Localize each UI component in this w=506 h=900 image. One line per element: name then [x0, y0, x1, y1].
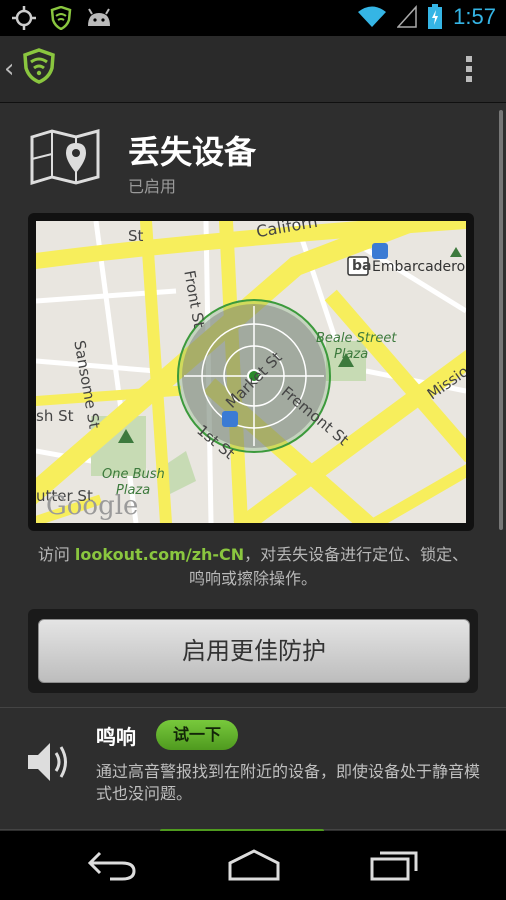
map-frame: Californ St Front St ba Embarcadero Beal… — [28, 213, 474, 531]
up-arrow-icon[interactable]: ‹ — [4, 54, 14, 84]
map-label-beale-plaza: Plaza — [334, 347, 369, 362]
clock: 1:57 — [453, 4, 496, 29]
lookout-logo-icon[interactable] — [22, 48, 56, 84]
map-pin-icon — [30, 129, 100, 185]
android-icon — [88, 8, 110, 26]
action-bar: ‹ — [0, 36, 506, 103]
recents-icon[interactable] — [368, 849, 420, 881]
enable-button-frame: 启用更佳防护 — [28, 609, 478, 693]
speaker-icon — [28, 743, 67, 781]
map-label-bush-st: sh St — [36, 407, 74, 425]
location-map[interactable]: Californ St Front St ba Embarcadero Beal… — [36, 221, 466, 523]
overflow-menu-icon[interactable] — [466, 56, 472, 86]
try-button[interactable]: 试一下 — [156, 720, 238, 750]
status-bar: 1:57 — [0, 0, 506, 36]
gps-icon — [12, 6, 36, 30]
sound-description: 通过高音警报找到在附近的设备，即使设备处于静音模式也没问题。 — [96, 762, 481, 803]
divider — [0, 707, 506, 708]
navigation-bar — [0, 831, 506, 900]
map-label-ba: ba — [352, 258, 372, 274]
description-prefix: 访问 — [37, 545, 75, 564]
content-area: 丢失设备 已启用 Californ St Front St ba Embarca… — [0, 103, 506, 831]
google-logo: Google — [46, 491, 139, 521]
map-label-st: St — [128, 227, 144, 245]
wifi-icon — [358, 6, 387, 27]
lookout-shield-icon — [50, 6, 72, 30]
map-label-embarcadero: Embarcadero — [372, 259, 466, 275]
feature-status: 已启用 — [128, 177, 177, 196]
map-label-one-bush: One Bush — [102, 467, 165, 482]
scrollbar[interactable] — [499, 110, 503, 530]
enable-protection-button[interactable]: 启用更佳防护 — [38, 619, 470, 683]
sound-title: 鸣响 — [96, 725, 136, 749]
signal-icon — [397, 5, 417, 28]
battery-charging-icon — [428, 4, 443, 29]
back-icon[interactable] — [86, 849, 138, 881]
description: 访问 lookout.com/zh-CN，对丢失设备进行定位、锁定、鸣响或擦除操… — [30, 543, 476, 591]
feature-title: 丢失设备 — [128, 133, 257, 171]
map-label-beale: Beale Street — [316, 331, 397, 346]
lookout-link[interactable]: lookout.com/zh-CN — [75, 545, 244, 564]
home-icon[interactable] — [226, 849, 282, 881]
